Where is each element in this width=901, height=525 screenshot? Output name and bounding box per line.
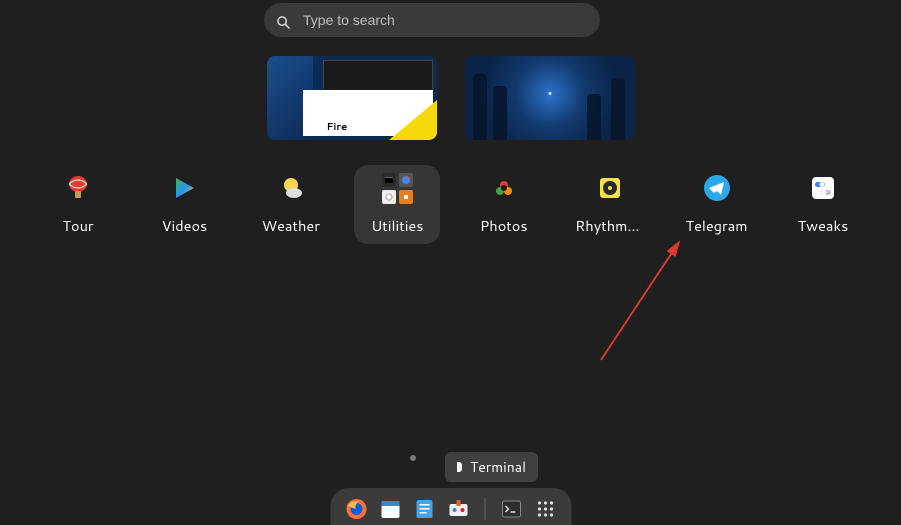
dash-texteditor[interactable] xyxy=(412,497,436,521)
dash-terminal[interactable] xyxy=(499,497,523,521)
workspace-thumbnail-2[interactable] xyxy=(465,56,635,140)
dash-show-applications[interactable] xyxy=(533,497,557,521)
app-tour[interactable]: Tour xyxy=(35,165,121,244)
app-label: Photos xyxy=(480,215,528,236)
app-grid: Tour Videos Weather Utilities Photos xyxy=(35,165,866,244)
app-photos[interactable]: Photos xyxy=(461,165,547,244)
dash-firefox[interactable] xyxy=(344,497,368,521)
page-dot[interactable] xyxy=(410,455,416,461)
photos-icon xyxy=(489,173,519,203)
app-videos[interactable]: Videos xyxy=(141,165,227,244)
rhythmbox-icon xyxy=(595,173,625,203)
search-icon xyxy=(276,13,291,28)
dash-software[interactable] xyxy=(446,497,470,521)
workspace-thumbnail-1[interactable]: Fire xyxy=(267,56,437,140)
app-weather[interactable]: Weather xyxy=(248,165,334,244)
dash xyxy=(330,488,571,525)
search-bar[interactable] xyxy=(264,3,600,37)
app-label: Utilities xyxy=(371,215,423,236)
tooltip-label: Terminal xyxy=(470,457,526,477)
dash-calendar[interactable] xyxy=(378,497,402,521)
utilities-folder-icon xyxy=(382,173,412,203)
app-label: Weather xyxy=(262,215,320,236)
search-input[interactable] xyxy=(303,12,588,28)
workspace-1-window-label: Fire xyxy=(327,120,348,134)
page-indicator xyxy=(410,455,416,461)
annotation-arrow xyxy=(575,230,705,370)
app-utilities-folder[interactable]: Utilities xyxy=(354,165,440,244)
tour-icon xyxy=(63,173,93,203)
videos-icon xyxy=(169,173,199,203)
app-label: Rhythmbox xyxy=(575,215,645,236)
app-label: Tour xyxy=(62,215,93,236)
tweaks-icon xyxy=(808,173,838,203)
app-label: Tweaks xyxy=(798,215,849,236)
telegram-icon xyxy=(702,173,732,203)
app-label: Videos xyxy=(162,215,208,236)
app-rhythmbox[interactable]: Rhythmbox xyxy=(567,165,653,244)
app-telegram[interactable]: Telegram xyxy=(674,165,760,244)
dash-separator xyxy=(484,498,485,520)
tooltip-nub xyxy=(457,462,462,472)
dash-tooltip: Terminal xyxy=(445,452,538,482)
app-label: Telegram xyxy=(686,215,748,236)
app-tweaks[interactable]: Tweaks xyxy=(780,165,866,244)
weather-icon xyxy=(276,173,306,203)
workspace-switcher: Fire xyxy=(0,56,901,140)
